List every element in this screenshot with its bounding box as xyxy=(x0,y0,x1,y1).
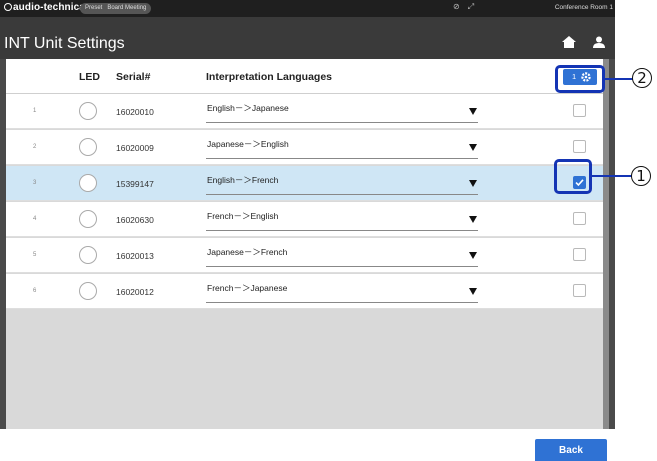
status-icon: ⊘ xyxy=(453,2,460,11)
serial-number: 15399147 xyxy=(116,179,154,189)
preset-label: Preset xyxy=(85,5,103,11)
row-number: 1 xyxy=(33,108,37,114)
language-select[interactable]: French－＞Japanese xyxy=(206,277,478,303)
language-select[interactable]: English－＞French xyxy=(206,169,478,195)
language-value: Japanese－＞French xyxy=(207,247,288,257)
brand-name: audio-technica xyxy=(13,2,85,13)
serial-number: 16020009 xyxy=(116,143,154,153)
language-select[interactable]: French－＞English xyxy=(206,205,478,231)
top-bar: audio-technica Preset Board Meeting ⊘ ⤢ Co… xyxy=(0,0,615,17)
language-value: English－＞Japanese xyxy=(207,103,289,113)
signal-icon: ⤢ xyxy=(467,2,475,11)
row-number: 2 xyxy=(33,144,37,150)
preset-chip[interactable]: Preset Board Meeting xyxy=(80,3,152,14)
language-value: French－＞English xyxy=(207,211,279,221)
user-icon[interactable] xyxy=(592,36,606,48)
row-checkbox[interactable] xyxy=(573,212,586,225)
column-header-serial: Serial# xyxy=(116,71,151,83)
led-indicator[interactable] xyxy=(79,138,97,156)
preset-name: Board Meeting xyxy=(107,5,147,11)
serial-number: 16020010 xyxy=(116,107,154,117)
home-icon[interactable] xyxy=(562,36,576,48)
table-row[interactable]: 4 16020630 French－＞English xyxy=(6,202,609,237)
language-value: French－＞Japanese xyxy=(207,283,288,293)
row-checkbox[interactable] xyxy=(573,140,586,153)
dropdown-arrow-icon xyxy=(469,144,477,151)
table-row[interactable]: 2 16020009 Japanese－＞English xyxy=(6,130,609,165)
status-icons: ⊘ ⤢ xyxy=(453,2,482,12)
column-header-led: LED xyxy=(79,71,100,83)
led-indicator[interactable] xyxy=(79,282,97,300)
row-checkbox[interactable] xyxy=(573,248,586,261)
table-header: LED Serial# Interpretation Languages 1 xyxy=(6,59,609,94)
serial-number: 16020012 xyxy=(116,287,154,297)
table-row[interactable]: 3 15399147 English－＞French xyxy=(6,166,609,201)
app-screen: audio-technica Preset Board Meeting ⊘ ⤢ Co… xyxy=(0,0,615,461)
serial-number: 16020013 xyxy=(116,251,154,261)
led-indicator[interactable] xyxy=(79,174,97,192)
bottom-bar: Back xyxy=(0,429,615,461)
language-select[interactable]: Japanese－＞French xyxy=(206,241,478,267)
row-checkbox[interactable] xyxy=(573,104,586,117)
room-name: Conference Room 1 xyxy=(554,4,613,11)
scrollbar[interactable] xyxy=(603,59,609,429)
dropdown-arrow-icon xyxy=(469,288,477,295)
led-indicator[interactable] xyxy=(79,246,97,264)
dropdown-arrow-icon xyxy=(469,252,477,259)
callout-number-1: 1 xyxy=(631,166,651,186)
led-indicator[interactable] xyxy=(79,102,97,120)
serial-number: 16020630 xyxy=(116,215,154,225)
row-number: 6 xyxy=(33,288,37,294)
dropdown-arrow-icon xyxy=(469,108,477,115)
callout-line-2 xyxy=(605,78,633,80)
language-select[interactable]: English－＞Japanese xyxy=(206,97,478,123)
row-number: 5 xyxy=(33,252,37,258)
column-header-languages: Interpretation Languages xyxy=(206,71,333,83)
dropdown-arrow-icon xyxy=(469,180,477,187)
language-value: Japanese－＞English xyxy=(207,139,289,149)
brand-logo: audio-technica xyxy=(4,2,85,13)
callout-box-2 xyxy=(555,65,605,93)
page-title: INT Unit Settings xyxy=(4,35,125,52)
row-number: 3 xyxy=(33,180,37,186)
callout-number-2: 2 xyxy=(632,68,652,88)
callout-box-1 xyxy=(554,159,592,194)
back-button[interactable]: Back xyxy=(535,439,607,461)
table-row[interactable]: 1 16020010 English－＞Japanese xyxy=(6,94,609,129)
int-unit-table: LED Serial# Interpretation Languages 1 1… xyxy=(6,59,609,429)
row-number: 4 xyxy=(33,216,37,222)
title-bar: INT Unit Settings xyxy=(0,17,615,59)
dropdown-arrow-icon xyxy=(469,216,477,223)
language-select[interactable]: Japanese－＞English xyxy=(206,133,478,159)
row-checkbox[interactable] xyxy=(573,284,586,297)
language-value: English－＞French xyxy=(207,175,279,185)
callout-line-1 xyxy=(592,175,632,177)
table-row[interactable]: 5 16020013 Japanese－＞French xyxy=(6,238,609,273)
led-indicator[interactable] xyxy=(79,210,97,228)
table-row[interactable]: 6 16020012 French－＞Japanese xyxy=(6,274,609,309)
